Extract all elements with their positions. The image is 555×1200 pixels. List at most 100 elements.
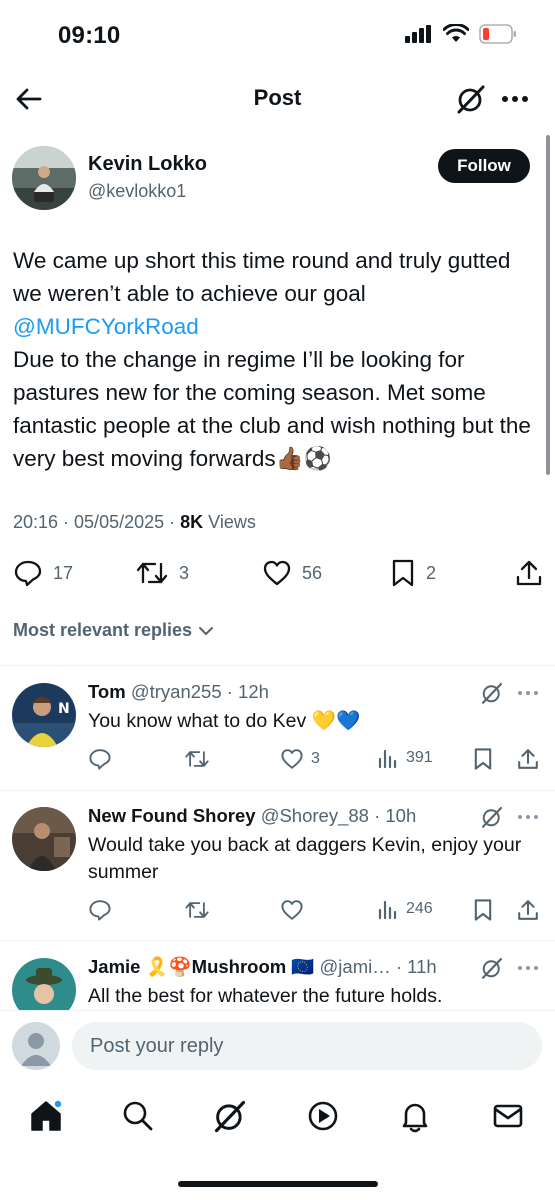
play-circle-icon	[308, 1101, 338, 1131]
reply-comment-action[interactable]	[88, 898, 112, 922]
post-text-line2: Due to the change in regime I’ll be look…	[13, 347, 531, 471]
reply-repost-action[interactable]	[184, 898, 210, 922]
repost-action[interactable]: 3	[135, 558, 189, 588]
more-dots-icon	[518, 691, 538, 695]
comment-icon	[14, 560, 42, 587]
analytics-icon	[378, 749, 397, 769]
post-mention-link[interactable]: @MUFCYorkRoad	[13, 314, 199, 339]
grok-icon	[457, 85, 485, 114]
reply-more-button[interactable]	[516, 683, 542, 703]
bell-icon	[402, 1103, 428, 1133]
nav-home[interactable]	[28, 1098, 64, 1134]
reply-avatar-image	[12, 807, 76, 871]
post-timestamp: 20:16 · 05/05/2025 ·	[13, 512, 181, 532]
bookmark-action[interactable]: 2	[390, 558, 436, 588]
bookmark-count: 2	[426, 562, 437, 583]
scrollbar[interactable]	[546, 135, 550, 475]
mail-icon	[493, 1104, 523, 1128]
nav-grok[interactable]	[212, 1098, 248, 1134]
reply-action[interactable]: 17	[13, 558, 73, 588]
heart-icon	[263, 560, 291, 586]
reply-avatar[interactable]: N	[12, 683, 76, 747]
like-count: 56	[302, 562, 323, 583]
reply-avatar-image: N	[12, 683, 76, 747]
grok-button[interactable]	[455, 83, 487, 115]
post-body: We came up short this time round and tru…	[13, 244, 545, 475]
reply-share-action[interactable]	[516, 747, 540, 771]
repost-count: 3	[179, 562, 190, 583]
home-indicator	[178, 1181, 378, 1187]
reply-more-button[interactable]	[516, 807, 542, 827]
reply-author[interactable]: Jamie 🎗️🍄Mushroom 🇪🇺 @jami… · 11h	[88, 956, 437, 978]
share-action[interactable]	[515, 558, 543, 588]
reply-bookmark-action[interactable]	[472, 898, 494, 922]
reply-repost-action[interactable]	[184, 747, 210, 771]
reply-grok-button[interactable]	[480, 956, 506, 982]
bookmark-icon	[474, 899, 492, 921]
nav-search[interactable]	[120, 1098, 156, 1134]
reply-more-button[interactable]	[516, 958, 542, 978]
reply-grok-button[interactable]	[480, 681, 506, 707]
post-meta: 20:16 · 05/05/2025 · 8K Views	[13, 512, 256, 533]
reply-author[interactable]: New Found Shorey @Shorey_88 · 10h	[88, 805, 416, 827]
follow-button[interactable]: Follow	[438, 149, 530, 183]
reply-text: All the best for whatever the future hol…	[88, 985, 443, 1007]
reply-like-action[interactable]	[280, 898, 304, 922]
reply-comment-action[interactable]	[88, 747, 112, 771]
reply-input[interactable]	[72, 1022, 542, 1070]
author-avatar-image	[12, 146, 76, 210]
author-name[interactable]: Kevin Lokko	[88, 153, 207, 176]
heart-icon	[281, 900, 303, 920]
reply-author-handle: @tryan255 · 12h	[130, 681, 269, 702]
reply-views-action[interactable]: 246	[377, 898, 433, 920]
my-avatar[interactable]	[12, 1022, 60, 1070]
reply-text: You know what to do Kev 💛💙	[88, 710, 361, 732]
reply-avatar[interactable]	[12, 807, 76, 871]
comment-icon	[89, 749, 111, 770]
reply-grok-button[interactable]	[480, 805, 506, 831]
divider	[0, 790, 555, 791]
more-dots-icon	[502, 96, 528, 102]
status-time: 09:10	[58, 22, 121, 49]
reply-author-handle: @jami… · 11h	[319, 956, 437, 977]
author-handle[interactable]: @kevlokko1	[88, 181, 186, 202]
bookmark-icon	[474, 748, 492, 770]
reply-bookmark-action[interactable]	[472, 747, 494, 771]
more-options-button[interactable]	[500, 86, 530, 112]
analytics-icon	[378, 900, 397, 920]
nav-messages[interactable]	[490, 1098, 526, 1134]
nav-notifications[interactable]	[397, 1098, 433, 1134]
comment-icon	[89, 900, 111, 921]
nav-video[interactable]	[305, 1098, 341, 1134]
battery-icon	[479, 24, 516, 44]
chevron-down-icon	[199, 626, 214, 635]
reply-like-action[interactable]: 3	[280, 747, 320, 771]
share-icon	[516, 560, 542, 586]
share-icon	[518, 749, 538, 769]
author-avatar[interactable]	[12, 146, 76, 210]
status-icons	[405, 24, 517, 44]
views-count: 8K	[180, 512, 204, 532]
reply-views-action[interactable]: 391	[377, 747, 433, 769]
like-action[interactable]: 56	[262, 558, 322, 588]
grok-icon	[481, 682, 503, 704]
reply-views-count: 391	[406, 749, 433, 766]
default-avatar-icon	[12, 1022, 60, 1070]
reply-text: Would take you back at daggers Kevin, en…	[88, 834, 522, 883]
repost-icon	[136, 562, 168, 584]
sort-replies-button[interactable]: Most relevant replies	[13, 620, 214, 641]
reply-author-name: Jamie 🎗️🍄Mushroom 🇪🇺	[88, 956, 315, 977]
reply-share-action[interactable]	[516, 898, 540, 922]
reply-author-handle: @Shorey_88 · 10h	[260, 805, 417, 826]
heart-icon	[281, 749, 303, 769]
grok-icon	[214, 1100, 246, 1133]
bookmark-icon	[392, 559, 414, 587]
grok-icon	[481, 806, 503, 828]
divider	[0, 665, 555, 666]
views-label: Views	[203, 512, 256, 532]
reply-author-name: New Found Shorey	[88, 805, 256, 826]
divider	[0, 940, 555, 941]
reply-author[interactable]: Tom @tryan255 · 12h	[88, 681, 269, 703]
search-icon	[123, 1101, 153, 1131]
home-icon	[31, 1099, 63, 1131]
